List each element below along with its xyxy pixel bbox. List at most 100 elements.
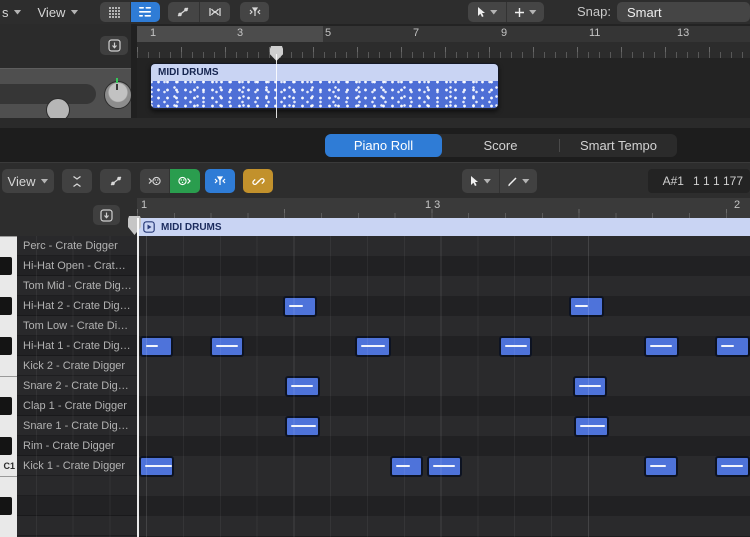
piano-key-black[interactable]	[0, 437, 12, 455]
pr-command-click-tool-menu[interactable]	[499, 169, 538, 193]
tick-ruler[interactable]	[137, 42, 750, 58]
grid-lane	[137, 476, 750, 497]
midi-note[interactable]	[573, 376, 607, 397]
midi-region[interactable]: MIDI DRUMS	[150, 63, 499, 110]
midi-note[interactable]	[283, 296, 317, 317]
tab-piano-roll[interactable]: Piano Roll	[325, 134, 442, 157]
note-velocity-line	[580, 425, 605, 427]
piano-key-black[interactable]	[0, 297, 12, 315]
midi-in-button[interactable]	[140, 169, 169, 193]
midi-note[interactable]	[574, 416, 609, 437]
flex-button[interactable]	[199, 2, 231, 22]
ruler-highlight	[137, 26, 323, 42]
piano-roll-grid: C1 Perc - Crate DiggerHi-Hat Open - Crat…	[0, 236, 750, 537]
piano-roll-view-menu[interactable]: View	[2, 169, 54, 193]
track-name-row[interactable]: Hi-Hat 1 - Crate Dig…	[17, 336, 137, 356]
collapse-mode-button[interactable]	[62, 169, 92, 193]
track-name-row[interactable]: Perc - Crate Digger	[17, 236, 137, 256]
track-name-row[interactable]: Tom Mid - Crate Dig…	[17, 276, 137, 296]
ruler-bar-label: 1	[141, 199, 147, 211]
piano-roll-view-label: View	[8, 174, 36, 189]
pr-region-strip[interactable]: MIDI DRUMS	[137, 218, 750, 237]
note-velocity-line	[650, 465, 666, 467]
down-arrow-box-icon	[108, 39, 121, 52]
collapse-icon	[71, 175, 83, 188]
ruler-bar-label: 11	[589, 27, 600, 39]
track-name-row[interactable]: Hi-Hat 2 - Crate Dig…	[17, 296, 137, 316]
track-header-panel	[0, 24, 131, 118]
ruler-bar-label: 1 3	[425, 199, 440, 211]
piano-key-black[interactable]	[0, 257, 12, 275]
track-name-row[interactable]: Hi-Hat Open - Crat…	[17, 256, 137, 276]
capture-midi-icon	[177, 175, 192, 187]
grid-lane	[137, 396, 750, 417]
midi-note[interactable]	[139, 456, 174, 477]
snap-menu[interactable]: Smart	[617, 2, 750, 22]
pr-zoom-button[interactable]	[93, 205, 120, 225]
list-view-icon	[138, 6, 152, 18]
pr-automation-button[interactable]	[100, 169, 131, 193]
catch-playhead-icon	[213, 175, 227, 187]
tracks-toolbar: s View	[0, 0, 750, 25]
track-zoom-button[interactable]	[100, 36, 128, 55]
bar-ruler[interactable]: 135791113	[137, 26, 750, 42]
tracks-timeline: 135791113 MIDI DRUMS	[137, 24, 750, 118]
midi-note[interactable]	[644, 456, 678, 477]
key-octave-label: C1	[0, 461, 15, 471]
midi-note[interactable]	[210, 336, 244, 357]
note-velocity-line	[216, 345, 238, 347]
list-view-button[interactable]	[130, 2, 161, 22]
automation-button[interactable]	[168, 2, 199, 22]
capture-midi-button[interactable]	[169, 169, 200, 193]
midi-note[interactable]	[390, 456, 423, 477]
logic-pro-window: s View	[0, 0, 750, 537]
pr-left-click-tool-menu[interactable]	[462, 169, 499, 193]
note-velocity-line	[505, 345, 527, 347]
midi-note[interactable]	[715, 336, 750, 357]
pan-knob[interactable]	[104, 81, 132, 109]
ruler-bar-label: 13	[677, 27, 689, 39]
piano-key-black[interactable]	[0, 497, 12, 515]
track-name-row[interactable]: Rim - Crate Digger	[17, 436, 137, 456]
note-velocity-line	[396, 465, 410, 467]
piano-keyboard[interactable]: C1	[0, 236, 17, 537]
grid-lane	[137, 276, 750, 297]
key-separator	[0, 476, 17, 477]
functions-menu[interactable]: s	[2, 5, 22, 20]
link-button[interactable]	[243, 169, 273, 193]
tab-smart-tempo[interactable]: Smart Tempo	[560, 134, 677, 157]
midi-in-group	[140, 169, 200, 193]
track-name-row[interactable]: Snare 1 - Crate Dig…	[17, 416, 137, 436]
midi-note[interactable]	[427, 456, 462, 477]
midi-note[interactable]	[569, 296, 604, 317]
tab-score[interactable]: Score	[442, 134, 559, 157]
grid-view-button[interactable]	[100, 2, 130, 22]
ruler-bar-label: 3	[237, 27, 243, 39]
midi-note[interactable]	[499, 336, 532, 357]
volume-slider[interactable]	[0, 84, 96, 104]
note-lanes[interactable]	[137, 236, 750, 537]
command-click-tool-menu[interactable]	[506, 2, 545, 22]
track-name-row[interactable]: Snare 2 - Crate Dig…	[17, 376, 137, 396]
catch-playhead-button[interactable]	[240, 2, 269, 22]
track-name-row[interactable]: Kick 1 - Crate Digger	[17, 456, 137, 476]
track-name-row[interactable]: Clap 1 - Crate Digger	[17, 396, 137, 416]
midi-note[interactable]	[715, 456, 750, 477]
note-velocity-line	[650, 345, 672, 347]
track-name-row[interactable]: Kick 2 - Crate Digger	[17, 356, 137, 376]
pr-tool-menus-group	[462, 169, 537, 193]
view-menu[interactable]: View	[38, 5, 79, 20]
note-velocity-line	[291, 425, 316, 427]
midi-note[interactable]	[140, 336, 173, 357]
left-click-tool-menu[interactable]	[468, 2, 506, 22]
pr-catch-playhead-button[interactable]	[205, 169, 235, 193]
midi-note[interactable]	[644, 336, 679, 357]
piano-key-black[interactable]	[0, 337, 12, 355]
track-name-row[interactable]: Tom Low - Crate Di…	[17, 316, 137, 336]
piano-roll-ruler[interactable]: 11 32	[137, 198, 750, 218]
midi-note[interactable]	[285, 376, 320, 397]
midi-note[interactable]	[285, 416, 320, 437]
midi-note[interactable]	[355, 336, 391, 357]
track-name-list: Perc - Crate DiggerHi-Hat Open - Crat…To…	[17, 236, 137, 537]
piano-key-black[interactable]	[0, 397, 12, 415]
